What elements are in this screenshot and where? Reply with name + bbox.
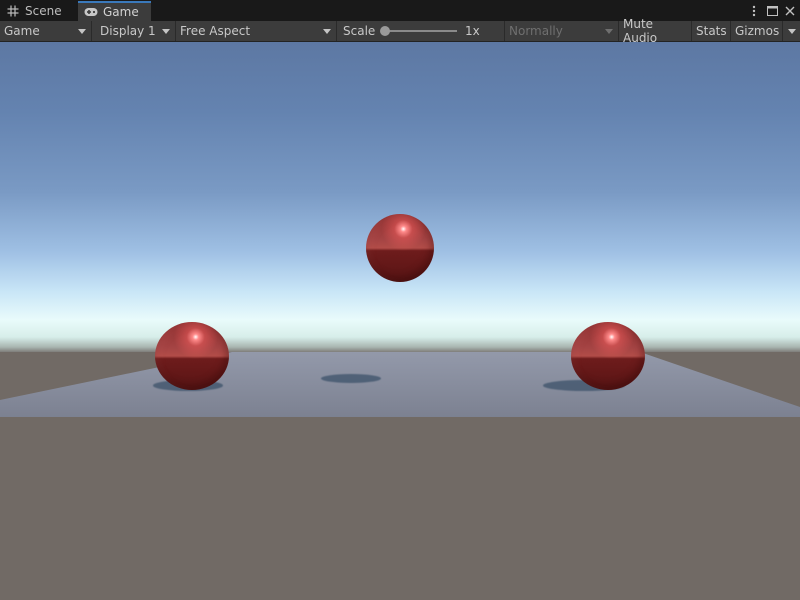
- tab-game-label: Game: [103, 5, 139, 19]
- right-sphere[interactable]: [571, 322, 645, 390]
- tab-scene-label: Scene: [25, 4, 62, 18]
- aspect-dropdown-label: Free Aspect: [180, 24, 251, 38]
- window-controls: [748, 2, 796, 19]
- chevron-down-icon: [605, 29, 613, 34]
- kebab-menu-icon[interactable]: [748, 4, 760, 18]
- scale-value: 1x: [465, 24, 480, 38]
- tab-game[interactable]: Game: [78, 1, 151, 21]
- gizmos-button[interactable]: Gizmos: [731, 21, 783, 41]
- view-type-dropdown[interactable]: Game: [0, 21, 92, 41]
- close-icon[interactable]: [784, 4, 796, 18]
- chevron-down-icon: [162, 29, 170, 34]
- stats-button[interactable]: Stats: [692, 21, 731, 41]
- mute-audio-label: Mute Audio: [623, 17, 658, 45]
- floating-sphere-shadow: [321, 374, 381, 383]
- left-sphere[interactable]: [155, 322, 229, 390]
- play-mode-dropdown-label: Normally: [509, 24, 563, 38]
- scale-label: Scale: [343, 24, 376, 38]
- aspect-dropdown[interactable]: Free Aspect: [176, 21, 337, 41]
- view-type-dropdown-label: Game: [4, 24, 40, 38]
- scale-control: Scale 1x: [337, 21, 505, 41]
- chevron-down-icon: [323, 29, 331, 34]
- maximize-icon[interactable]: [766, 4, 778, 18]
- gamepad-icon: [84, 6, 98, 18]
- tab-scene[interactable]: Scene: [0, 1, 76, 21]
- chevron-down-icon: [78, 29, 86, 34]
- play-mode-dropdown[interactable]: Normally: [505, 21, 619, 41]
- grid-icon: [6, 5, 20, 17]
- mute-audio-button[interactable]: Mute Audio: [619, 17, 692, 45]
- display-dropdown-label: Display 1: [100, 24, 156, 38]
- game-view-toolbar: Game Display 1 Free Aspect Scale 1x Norm…: [0, 17, 800, 45]
- gizmos-dropdown[interactable]: [783, 21, 800, 41]
- chevron-down-icon: [788, 29, 796, 34]
- stats-label: Stats: [696, 24, 727, 38]
- floor-plane: [0, 352, 800, 417]
- scale-slider-thumb[interactable]: [380, 26, 390, 36]
- display-dropdown[interactable]: Display 1: [92, 21, 176, 41]
- floating-sphere[interactable]: [366, 214, 434, 282]
- gizmos-label: Gizmos: [735, 24, 780, 38]
- game-viewport[interactable]: [0, 42, 800, 600]
- scale-slider-track[interactable]: [383, 30, 457, 32]
